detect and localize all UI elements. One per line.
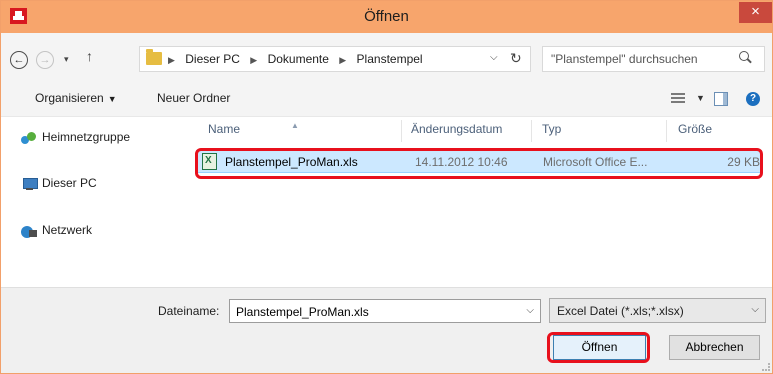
chevron-down-icon: ▼: [107, 94, 117, 104]
network-icon: [21, 224, 37, 238]
file-size: 29 KB: [727, 155, 760, 169]
chevron-right-icon: ▶: [339, 55, 347, 65]
breadcrumb-documents[interactable]: Dokumente: [268, 47, 329, 71]
refresh-icon[interactable]: ↻: [510, 50, 522, 67]
column-header-label: Name: [208, 122, 241, 136]
recent-locations-button[interactable]: ▾: [64, 54, 69, 65]
window-title: Öffnen: [364, 8, 409, 25]
chevron-down-icon: ⌵: [751, 304, 759, 315]
file-row[interactable]: Planstempel_ProMan.xls 14.11.2012 10:46 …: [196, 150, 762, 173]
chevron-right-icon: ▶: [250, 55, 258, 65]
organize-label: Organisieren: [35, 91, 104, 105]
file-list: Name ▲ Änderungsdatum Typ Größe Planstem…: [191, 118, 772, 286]
view-options-icon[interactable]: [671, 93, 685, 105]
search-box[interactable]: [542, 46, 765, 72]
column-divider[interactable]: [401, 120, 402, 142]
column-divider[interactable]: [531, 120, 532, 142]
column-header-size[interactable]: Größe: [678, 122, 712, 136]
column-header-name[interactable]: Name ▲: [208, 121, 299, 136]
file-modified-date: 14.11.2012 10:46: [415, 155, 508, 169]
search-icon[interactable]: [739, 51, 749, 61]
file-type-select[interactable]: Excel Datei (*.xls;*.xlsx) ⌵: [549, 298, 766, 323]
help-icon[interactable]: ?: [746, 92, 760, 106]
breadcrumb-this-pc[interactable]: Dieser PC: [185, 47, 240, 71]
navigation-pane: Heimnetzgruppe Dieser PC Netzwerk: [1, 118, 191, 286]
sidebar-item-label: Heimnetzgruppe: [42, 130, 131, 144]
homegroup-icon: [21, 131, 37, 145]
breadcrumb-planstempel[interactable]: Planstempel: [357, 47, 423, 71]
sidebar-item-this-pc[interactable]: Dieser PC: [21, 173, 97, 193]
column-header-date[interactable]: Änderungsdatum: [411, 122, 502, 136]
file-name: Planstempel_ProMan.xls: [225, 155, 358, 169]
chevron-right-icon: ▶: [168, 55, 175, 65]
column-divider[interactable]: [666, 120, 667, 142]
new-folder-button[interactable]: Neuer Ordner: [157, 91, 230, 105]
resize-grip[interactable]: [762, 363, 770, 371]
breadcrumb: ▶ Dieser PC ▶ Dokumente ▶ Planstempel: [168, 47, 430, 71]
up-button[interactable]: ↑: [86, 48, 93, 64]
chevron-down-icon[interactable]: ⌵: [526, 305, 534, 316]
computer-icon: [21, 177, 38, 191]
open-file-dialog: Öffnen × ← → ▾ ↑ ▶ Dieser PC ▶ Dokumente…: [0, 0, 773, 374]
open-button[interactable]: Öffnen: [553, 335, 646, 360]
command-toolbar: Organisieren ▼ Neuer Ordner ▼ ?: [1, 81, 772, 117]
search-input[interactable]: [551, 51, 731, 67]
column-header-type[interactable]: Typ: [542, 122, 561, 136]
preview-pane-icon[interactable]: [714, 92, 728, 106]
sidebar-item-homegroup[interactable]: Heimnetzgruppe: [21, 127, 130, 147]
file-type: Microsoft Office E...: [543, 155, 648, 169]
dialog-footer: Dateiname: ⌵ Excel Datei (*.xls;*.xlsx) …: [1, 287, 772, 373]
forward-button[interactable]: →: [36, 51, 54, 69]
address-dropdown-icon[interactable]: ⌵: [490, 52, 498, 63]
sidebar-item-label: Dieser PC: [42, 176, 97, 190]
organize-button[interactable]: Organisieren ▼: [35, 91, 117, 105]
cancel-button[interactable]: Abbrechen: [669, 335, 760, 360]
sort-ascending-icon: ▲: [291, 121, 299, 130]
filename-input[interactable]: [236, 304, 516, 319]
back-button[interactable]: ←: [10, 51, 28, 69]
sidebar-item-label: Netzwerk: [42, 223, 93, 237]
excel-file-icon: [202, 153, 217, 170]
navigation-bar: ← → ▾ ↑ ▶ Dieser PC ▶ Dokumente ▶ Planst…: [1, 33, 772, 81]
folder-icon: [146, 49, 162, 65]
filename-label: Dateiname:: [158, 304, 220, 318]
view-dropdown-icon[interactable]: ▼: [696, 93, 705, 103]
sidebar-item-network[interactable]: Netzwerk: [21, 220, 92, 240]
address-bar[interactable]: ▶ Dieser PC ▶ Dokumente ▶ Planstempel ⌵ …: [139, 46, 531, 72]
title-bar: Öffnen ×: [1, 1, 772, 33]
close-button[interactable]: ×: [739, 2, 772, 23]
file-type-value: Excel Datei (*.xls;*.xlsx): [557, 304, 684, 318]
filename-field[interactable]: ⌵: [229, 299, 541, 323]
